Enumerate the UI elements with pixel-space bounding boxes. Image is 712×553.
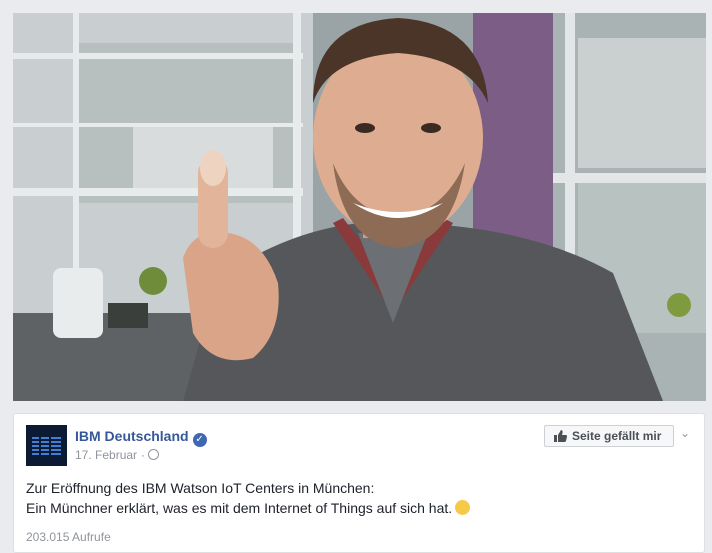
smiley-emoji-icon — [455, 500, 471, 515]
page-avatar[interactable] — [26, 425, 67, 466]
post-text-line-1: Zur Eröffnung des IBM Watson IoT Centers… — [26, 480, 375, 496]
verified-badge-icon: ✓ — [192, 433, 207, 447]
ibm-logo-icon — [26, 425, 67, 466]
video-thumbnail — [13, 13, 706, 401]
post-date[interactable]: 17. Februar — [75, 448, 137, 462]
video-player[interactable] — [13, 13, 706, 401]
meta-separator: · — [141, 448, 146, 462]
like-page-button[interactable]: Seite gefällt mir — [544, 425, 674, 447]
post-text-line-2-content: Ein Münchner erklärt, was es mit dem Int… — [26, 500, 453, 516]
post-meta: 17. Februar · — [75, 448, 160, 462]
post-card: IBM Deutschland ✓ 17. Februar · Seite gefä… — [13, 413, 705, 553]
post-text: Zur Eröffnung des IBM Watson IoT Centers… — [26, 478, 686, 518]
view-count: 203.015 Aufrufe — [26, 530, 111, 544]
like-page-label: Seite gefällt mir — [572, 429, 662, 443]
page-name[interactable]: IBM Deutschland — [75, 428, 189, 444]
thumbs-up-icon — [554, 430, 567, 442]
post-text-line-2: Ein Münchner erklärt, was es mit dem Int… — [26, 498, 686, 518]
page-name-link[interactable]: IBM Deutschland ✓ — [75, 428, 207, 447]
chevron-down-icon[interactable]: ⌄ — [680, 426, 690, 440]
globe-icon — [148, 449, 160, 460]
